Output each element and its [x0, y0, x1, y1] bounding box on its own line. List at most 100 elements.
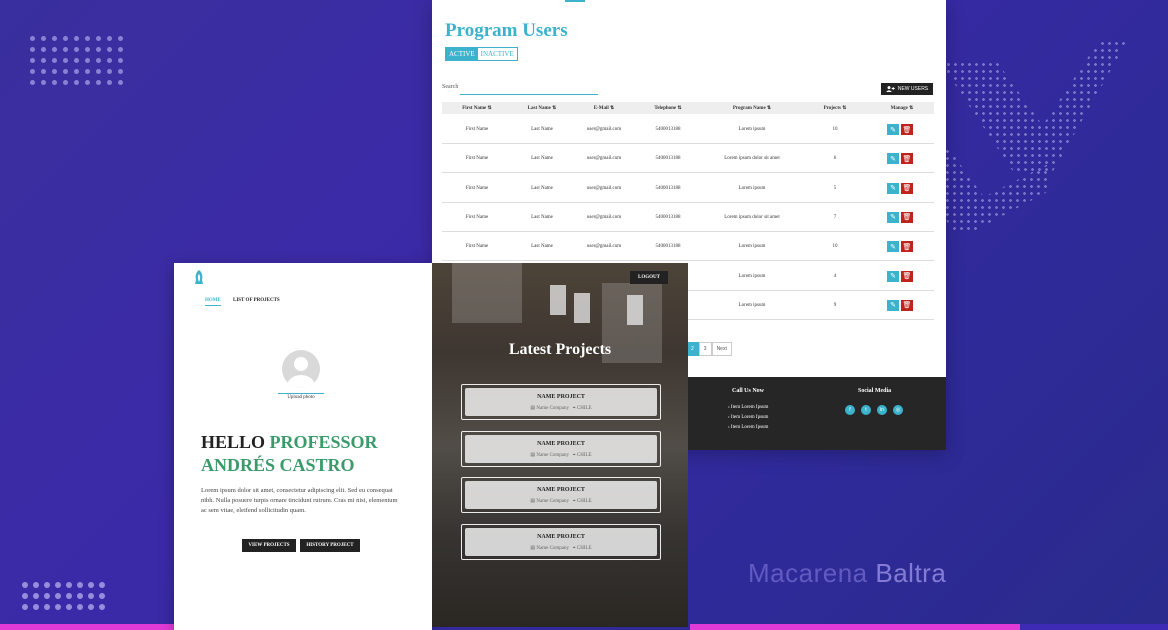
table-header: First Name ⇅ Last Name ⇅ E-Mail ⇅ Teleph…: [442, 102, 934, 114]
project-name: NAME PROJECT: [537, 487, 585, 493]
background-photo: [452, 263, 522, 323]
signature-last: Baltra: [875, 558, 947, 588]
accent-bar: [1020, 624, 1168, 630]
decorative-dots: [22, 582, 105, 610]
column-header[interactable]: Telephone ⇅: [654, 105, 681, 111]
upload-photo-link[interactable]: Upload photo: [278, 393, 324, 400]
project-card[interactable]: NAME PROJECT ▤ Name Company ⌖ CHILE: [461, 477, 661, 513]
trash-icon[interactable]: 🗑: [901, 241, 913, 253]
view-projects-button[interactable]: VIEW PROJECTS: [242, 539, 296, 552]
column-header[interactable]: Last Name ⇅: [528, 105, 557, 111]
table-cell-first: First Name: [465, 244, 489, 250]
table-cell-email: user@gmail.com: [586, 214, 622, 220]
table-cell-projects: 9: [833, 302, 837, 308]
building-icon: ▤: [530, 406, 536, 411]
trash-icon[interactable]: 🗑: [901, 211, 913, 223]
table-cell-projects: 7: [833, 214, 837, 220]
project-country: CHILE: [576, 406, 592, 411]
edit-icon[interactable]: ✎: [887, 211, 899, 223]
greeting-heading: HELLO PROFESSOR ANDRÉS CASTRO: [201, 431, 378, 477]
table-cell-program: Lorem ipsum: [738, 273, 766, 279]
nav-indicator: [565, 0, 585, 2]
nav-list-of-projects[interactable]: LIST OF PROJECTS: [233, 298, 280, 303]
table-cell-first: First Name: [465, 156, 489, 162]
trash-icon[interactable]: 🗑: [901, 124, 913, 135]
row-actions: ✎ 🗑: [887, 299, 913, 311]
social-media-title: Social Media: [858, 388, 892, 394]
penguin-logo-icon[interactable]: [194, 270, 204, 284]
search-input[interactable]: [460, 94, 598, 95]
project-country: CHILE: [576, 452, 592, 458]
twitter-icon[interactable]: t: [861, 405, 871, 415]
profile-description: Lorem ipsum dolor sit amet, consectetur …: [201, 487, 398, 514]
table-cell-phone: 5400013188: [655, 156, 681, 162]
new-user-label: NEW USERS: [897, 86, 929, 92]
table-cell-program: Lorem ipsum dolor sit amet: [724, 214, 780, 220]
tab-inactive[interactable]: INACTIVE: [478, 48, 517, 60]
table-cell-email: user@gmail.com: [586, 244, 622, 250]
column-header[interactable]: E-Mail ⇅: [594, 105, 614, 111]
project-card[interactable]: NAME PROJECT ▤ Name Company ⌖ CHILE: [461, 430, 661, 467]
edit-icon[interactable]: ✎: [887, 124, 899, 135]
project-company: Name Company: [536, 406, 570, 411]
table-cell-last: Last Name: [531, 185, 553, 191]
logout-button[interactable]: LOGOUT: [630, 271, 668, 284]
linkedin-icon[interactable]: in: [877, 405, 887, 415]
table-cell-projects: 5: [833, 185, 837, 191]
instagram-icon[interactable]: ◎: [893, 405, 903, 415]
project-card[interactable]: NAME PROJECT ▤ Name Company ⌖ CHILE: [461, 384, 661, 420]
project-card-body: NAME PROJECT ▤ Name Company ⌖ CHILE: [465, 434, 657, 463]
table-cell-phone: 5400013188: [655, 214, 681, 220]
edit-icon[interactable]: ✎: [887, 299, 899, 311]
edit-icon[interactable]: ✎: [887, 241, 899, 253]
column-header[interactable]: Program Name ⇅: [733, 105, 771, 111]
project-name: NAME PROJECT: [537, 394, 585, 400]
edit-icon[interactable]: ✎: [887, 153, 899, 165]
new-user-button[interactable]: NEW USERS: [881, 83, 933, 95]
table-cell-program: Lorem ipsum: [738, 185, 766, 191]
latest-projects-title: Latest Projects: [508, 341, 612, 358]
table-cell-email: user@gmail.com: [586, 127, 622, 132]
pagination: 2 3 Next: [686, 342, 732, 356]
table-cell-last: Last Name: [531, 244, 553, 250]
row-actions: ✎ 🗑: [887, 270, 913, 282]
trash-icon[interactable]: 🗑: [901, 182, 913, 194]
row-actions: ✎ 🗑: [887, 211, 913, 223]
table-cell-email: user@gmail.com: [586, 185, 622, 191]
project-company: Name Company: [536, 499, 570, 504]
table-cell-program: Lorem ipsum dolor sit amet: [724, 156, 780, 162]
column-header[interactable]: Manage ⇅: [891, 105, 914, 111]
edit-icon[interactable]: ✎: [887, 182, 899, 194]
next-page-button[interactable]: Next: [711, 342, 732, 356]
row-divider: [442, 143, 934, 144]
project-name: NAME PROJECT: [537, 440, 585, 447]
table-cell-phone: 5400013188: [655, 127, 681, 132]
project-country: CHILE: [576, 499, 592, 504]
nav-home[interactable]: HOME: [205, 298, 221, 306]
facebook-icon[interactable]: f: [845, 405, 855, 415]
page-3-button[interactable]: 3: [698, 342, 712, 356]
project-company: Name Company: [536, 452, 570, 458]
column-header[interactable]: First Name ⇅: [462, 105, 491, 111]
history-project-button[interactable]: HISTORY PROJECT: [300, 539, 360, 552]
project-country: CHILE: [576, 545, 592, 551]
avatar-placeholder-icon[interactable]: [282, 350, 320, 388]
column-header[interactable]: Projects ⇅: [824, 105, 847, 111]
accent-bar: [690, 624, 1020, 630]
project-meta: ▤ Name Company ⌖ CHILE: [465, 545, 657, 551]
row-actions: ✎ 🗑: [887, 153, 913, 165]
page-title: Program Users: [445, 20, 568, 41]
location-pin-icon: ⌖: [572, 452, 576, 458]
row-actions: ✎ 🗑: [887, 241, 913, 253]
trash-icon[interactable]: 🗑: [901, 299, 913, 311]
table-cell-last: Last Name: [531, 127, 553, 132]
footer-link[interactable]: › Item Lorem Ipsum: [728, 405, 768, 410]
project-card[interactable]: NAME PROJECT ▤ Name Company ⌖ CHILE: [461, 523, 661, 560]
trash-icon[interactable]: 🗑: [901, 270, 913, 282]
trash-icon[interactable]: 🗑: [901, 153, 913, 165]
location-pin-icon: ⌖: [572, 545, 576, 551]
tab-active[interactable]: ACTIVE: [446, 48, 478, 60]
edit-icon[interactable]: ✎: [887, 270, 899, 282]
footer-link[interactable]: › Item Lorem Ipsum: [728, 415, 768, 420]
footer-link[interactable]: › Item Lorem Ipsum: [728, 425, 768, 430]
